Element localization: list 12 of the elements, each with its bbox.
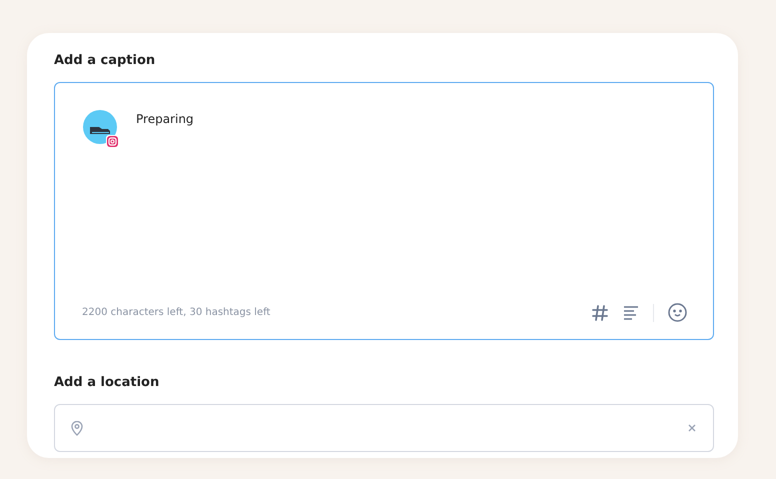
location-pin-icon xyxy=(71,420,83,436)
caption-box[interactable]: Preparing 2200 characters left, 30 hashtags left xyxy=(54,82,714,340)
caption-heading: Add a caption xyxy=(54,52,156,69)
hashtag-icon[interactable] xyxy=(591,304,609,322)
location-field[interactable] xyxy=(54,404,714,452)
emoji-icon[interactable] xyxy=(668,303,687,322)
align-left-icon[interactable] xyxy=(623,304,639,320)
shoe-avatar-icon xyxy=(82,110,120,148)
location-heading: Add a location xyxy=(54,374,160,391)
character-counter: 2200 characters left, 30 hashtags left xyxy=(82,307,272,318)
clear-icon[interactable] xyxy=(688,424,696,432)
caption-text: Preparing xyxy=(136,112,194,128)
